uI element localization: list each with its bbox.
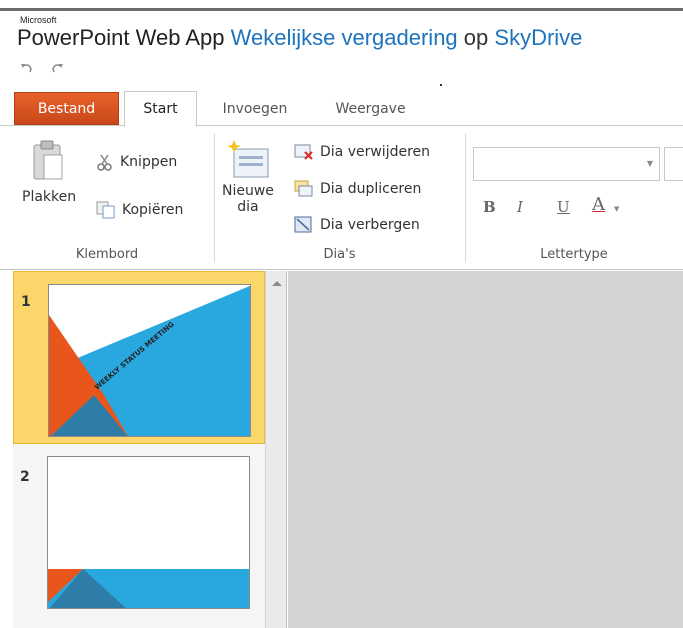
copy-icon — [96, 201, 115, 219]
location-link[interactable]: SkyDrive — [494, 25, 582, 50]
group-separator — [465, 133, 466, 263]
top-border — [0, 8, 683, 11]
scissors-icon — [97, 154, 112, 171]
cut-button[interactable]: Knippen — [96, 153, 177, 171]
new-slide-label-line1: Nieuwe — [222, 183, 274, 199]
chevron-down-icon[interactable]: ▼ — [647, 159, 653, 168]
ribbon-tabs: Bestand Start Invoegen Weergave — [0, 91, 683, 127]
italic-button[interactable]: I — [517, 198, 523, 216]
slide-editing-canvas[interactable] — [288, 271, 683, 628]
paste-label: Plakken — [22, 189, 77, 205]
tab-insert[interactable]: Invoegen — [210, 91, 300, 126]
quick-access-toolbar — [20, 62, 64, 74]
new-slide-icon — [226, 140, 269, 178]
hide-slide-icon — [294, 216, 312, 233]
hide-slide-button[interactable]: Dia verbergen — [294, 216, 420, 234]
tab-file[interactable]: Bestand — [14, 92, 119, 125]
group-separator — [214, 133, 215, 263]
font-color-dropdown-icon[interactable]: ▼ — [614, 205, 619, 213]
stray-dot — [440, 84, 442, 86]
cut-label: Knippen — [120, 154, 178, 170]
duplicate-slide-button[interactable]: Dia dupliceren — [294, 180, 421, 198]
scroll-up-arrow-icon[interactable] — [272, 281, 282, 286]
slide-preview — [47, 456, 250, 609]
bold-button[interactable]: B — [483, 198, 496, 216]
undo-icon[interactable] — [20, 62, 34, 74]
font-name-combobox[interactable]: ▼ — [473, 147, 660, 181]
hide-slide-label: Dia verbergen — [320, 217, 420, 233]
clipboard-group-label: Klembord — [75, 247, 139, 262]
duplicate-slide-icon — [294, 180, 313, 197]
app-name: PowerPoint Web App — [17, 25, 225, 50]
delete-slide-icon — [294, 144, 313, 160]
document-name-link[interactable]: Wekelijkse vergadering — [231, 25, 458, 50]
paste-button[interactable]: Plakken — [22, 139, 76, 205]
font-size-combobox[interactable] — [664, 147, 683, 181]
slide-number: 1 — [21, 294, 31, 310]
font-color-button[interactable]: A — [592, 194, 605, 215]
tab-start[interactable]: Start — [124, 91, 197, 127]
delete-slide-label: Dia verwijderen — [320, 144, 431, 160]
copy-label: Kopiëren — [122, 202, 184, 218]
slides-group-label: Dia's — [323, 247, 356, 262]
tab-view[interactable]: Weergave — [318, 91, 423, 126]
microsoft-brand: Microsoft — [20, 15, 57, 25]
duplicate-slide-label: Dia dupliceren — [320, 181, 422, 197]
font-group-label: Lettertype — [540, 247, 608, 262]
underline-button[interactable]: U — [557, 198, 570, 216]
slide-preview: WEEKLY STATUS MEETING — [48, 284, 251, 437]
new-slide-button[interactable]: Nieuwe dia — [222, 139, 274, 215]
window-title: PowerPoint Web App Wekelijkse vergaderin… — [17, 25, 582, 51]
delete-slide-button[interactable]: Dia verwijderen — [294, 143, 430, 161]
ribbon: Plakken Knippen Kopiëren Klembord Nieuwe… — [0, 127, 683, 270]
redo-icon[interactable] — [50, 62, 64, 74]
slide-number: 2 — [20, 469, 30, 485]
slide-thumbnail-2[interactable]: 2 — [13, 447, 265, 617]
slide-thumbnail-1[interactable]: 1 WEEKLY STATUS MEETING — [13, 271, 265, 444]
paste-icon — [33, 140, 63, 180]
title-separator: op — [463, 25, 489, 50]
new-slide-label-line2: dia — [237, 199, 259, 215]
thumbnails-scrollbar[interactable] — [265, 271, 287, 628]
copy-button[interactable]: Kopiëren — [96, 201, 183, 219]
